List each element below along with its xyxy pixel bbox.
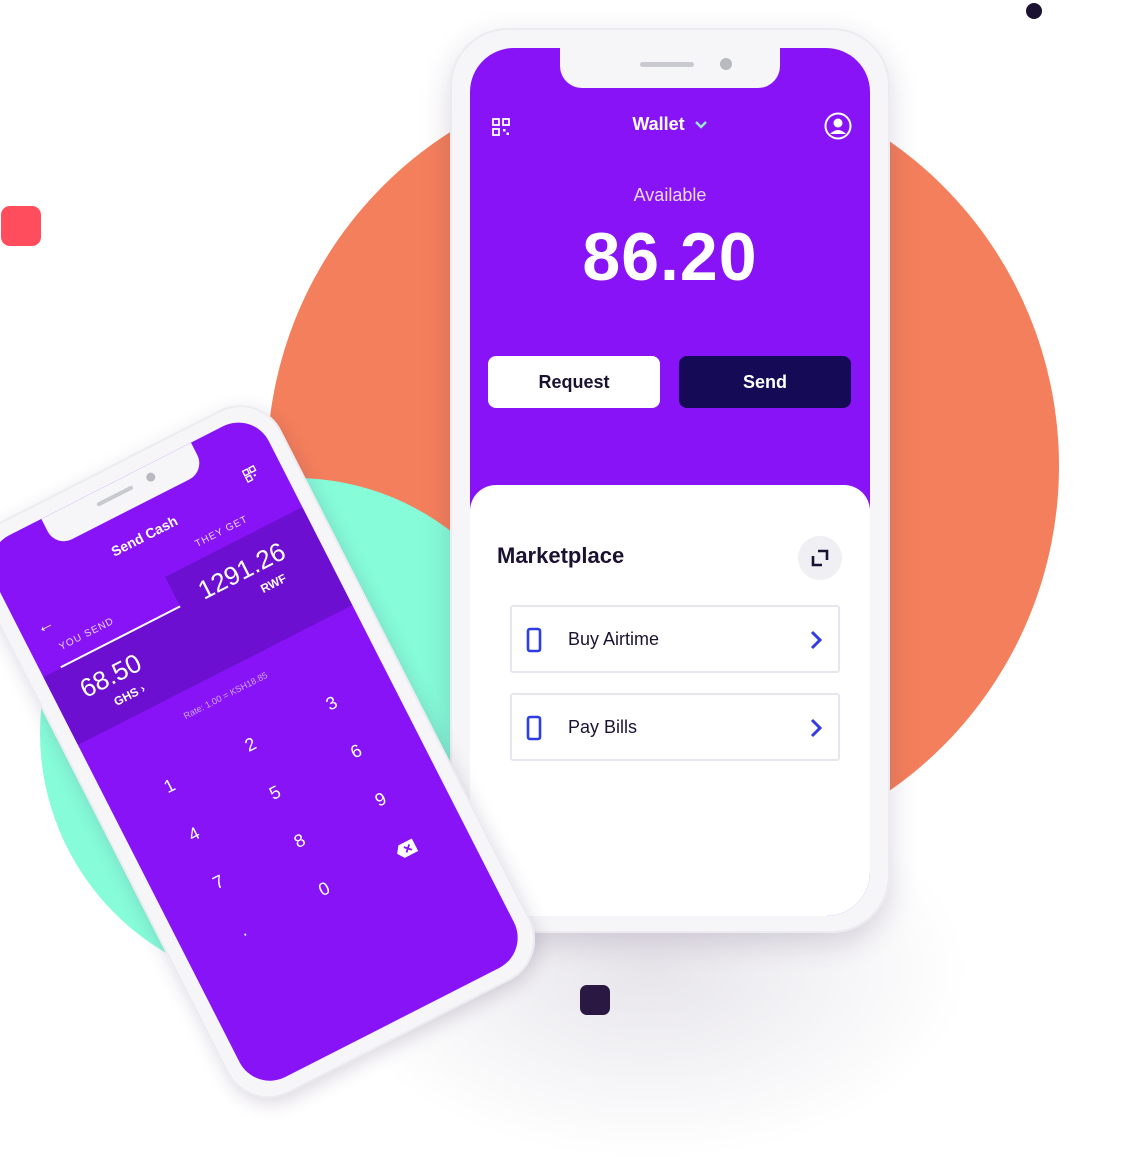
camera bbox=[720, 58, 732, 70]
marketplace-item-buy-airtime[interactable]: Buy Airtime bbox=[510, 605, 840, 673]
dot-decoration bbox=[1026, 3, 1042, 19]
expand-button[interactable] bbox=[798, 536, 842, 580]
phone-notch bbox=[41, 442, 206, 548]
keypad-key-5[interactable]: 5 bbox=[257, 777, 293, 809]
red-square-decoration bbox=[1, 206, 41, 246]
keypad-key-0[interactable]: 0 bbox=[306, 873, 342, 905]
chevron-right-icon bbox=[810, 718, 823, 738]
chevron-down-icon bbox=[694, 121, 707, 129]
item-label: Buy Airtime bbox=[568, 629, 660, 649]
keypad-key-7[interactable]: 7 bbox=[201, 866, 237, 898]
speaker bbox=[640, 62, 694, 67]
phone-icon bbox=[526, 627, 542, 653]
phone-notch bbox=[560, 48, 780, 88]
bill-icon bbox=[526, 715, 542, 741]
keypad-key-6[interactable]: 6 bbox=[338, 736, 374, 768]
profile-icon[interactable] bbox=[824, 112, 852, 140]
marketplace-item-pay-bills[interactable]: Pay Bills bbox=[510, 693, 840, 761]
keypad-key-2[interactable]: 2 bbox=[233, 729, 269, 761]
back-arrow-icon[interactable]: ← bbox=[32, 612, 58, 639]
marketplace-title: Marketplace bbox=[497, 543, 625, 568]
marketplace-panel: Marketplace Buy Airtime Pay Bills bbox=[470, 485, 870, 916]
chevron-right-icon bbox=[810, 630, 823, 650]
backspace-icon[interactable] bbox=[393, 837, 420, 861]
balance-amount: 86.20 bbox=[582, 219, 758, 295]
wallet-title: Wallet bbox=[632, 114, 685, 134]
dark-square-decoration bbox=[580, 985, 610, 1015]
keypad-key-8[interactable]: 8 bbox=[282, 825, 318, 857]
keypad-key-9[interactable]: 9 bbox=[363, 784, 399, 816]
request-button[interactable]: Request bbox=[488, 356, 660, 408]
speaker bbox=[96, 485, 134, 507]
available-label: Available bbox=[633, 185, 707, 205]
keypad-key-3[interactable]: 3 bbox=[314, 687, 350, 719]
wallet-selector[interactable]: Wallet bbox=[470, 114, 870, 135]
wallet-screen: Wallet Available 86.20 Request Send Mark… bbox=[470, 48, 870, 916]
camera bbox=[144, 471, 157, 484]
keypad-key-4[interactable]: 4 bbox=[176, 818, 212, 850]
expand-icon bbox=[811, 549, 829, 567]
keypad-key-dot[interactable]: . bbox=[225, 914, 261, 946]
send-button[interactable]: Send bbox=[679, 356, 851, 408]
item-label: Pay Bills bbox=[568, 717, 638, 737]
keypad-key-1[interactable]: 1 bbox=[152, 770, 188, 802]
